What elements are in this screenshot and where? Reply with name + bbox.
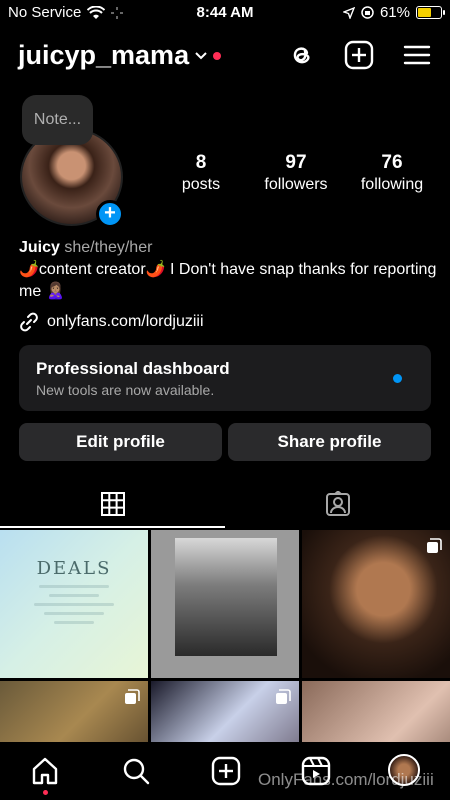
username-title: juicyp_mama: [18, 40, 190, 70]
search-icon[interactable]: [121, 756, 151, 786]
stat-following[interactable]: 76 following: [354, 152, 430, 194]
watermark: OnlyFans.com/lordjuziii: [258, 770, 434, 789]
location-icon: [342, 6, 355, 19]
create-icon[interactable]: [211, 756, 241, 786]
threads-icon[interactable]: [286, 40, 316, 70]
deals-title: DEALS: [36, 558, 112, 579]
tab-posts-grid[interactable]: [0, 480, 225, 528]
grid-icon: [100, 492, 125, 516]
carousel-icon: [427, 538, 442, 553]
active-tab-indicator: [0, 526, 225, 528]
battery-icon: [416, 6, 445, 19]
display-name: Juicy: [19, 239, 60, 256]
profile-header: juicyp_mama: [0, 36, 450, 76]
posts-count: 8: [195, 152, 207, 173]
tab-tagged[interactable]: [225, 480, 450, 528]
chevron-down-icon: [195, 51, 207, 59]
link-icon: [20, 312, 38, 332]
dashboard-title: Professional dashboard: [36, 359, 230, 378]
rotation-lock-icon: [361, 6, 374, 19]
account-switcher[interactable]: juicyp_mama: [18, 40, 222, 71]
home-notification-dot: [43, 790, 48, 795]
bio-link[interactable]: onlyfans.com/lordjuziii: [19, 311, 439, 333]
link-url: onlyfans.com/lordjuziii: [47, 313, 204, 330]
profile-bio: Juicy she/they/her 🌶️content creator🌶️ I…: [19, 237, 439, 333]
bio-text: 🌶️content creator🌶️ I Don't have snap th…: [19, 261, 437, 300]
new-indicator-dot: [393, 374, 402, 383]
carousel-icon: [276, 689, 291, 704]
name-line: Juicy she/they/her: [19, 237, 439, 259]
note-bubble[interactable]: Note...: [22, 95, 93, 145]
dashboard-subtitle: New tools are now available.: [36, 382, 215, 398]
carousel-icon: [125, 689, 140, 704]
share-profile-button[interactable]: Share profile: [228, 423, 431, 461]
edit-profile-button[interactable]: Edit profile: [19, 423, 222, 461]
professional-dashboard[interactable]: Professional dashboard New tools are now…: [19, 345, 431, 411]
post-thumbnail[interactable]: DEALS: [0, 530, 148, 678]
battery-percent: 61%: [379, 4, 410, 21]
create-post-icon[interactable]: [344, 40, 374, 70]
post-thumbnail[interactable]: [151, 530, 299, 678]
following-label: following: [360, 176, 424, 193]
post-thumbnail[interactable]: [302, 530, 450, 678]
status-bar: No Service 8:44 AM 61%: [0, 0, 450, 26]
following-count: 76: [381, 152, 403, 173]
posts-label: posts: [181, 176, 221, 193]
home-icon[interactable]: [30, 756, 60, 786]
menu-icon[interactable]: [402, 40, 432, 70]
status-right: 61%: [342, 4, 445, 21]
followers-label: followers: [264, 176, 328, 193]
tagged-user-icon: [325, 491, 350, 516]
stat-followers[interactable]: 97 followers: [258, 152, 334, 194]
pronouns: she/they/her: [64, 239, 153, 256]
followers-count: 97: [285, 152, 307, 173]
stat-posts[interactable]: 8 posts: [175, 152, 227, 194]
add-story-button[interactable]: +: [96, 200, 124, 228]
notification-dot: [213, 51, 222, 60]
profile-tabs: [0, 480, 450, 528]
